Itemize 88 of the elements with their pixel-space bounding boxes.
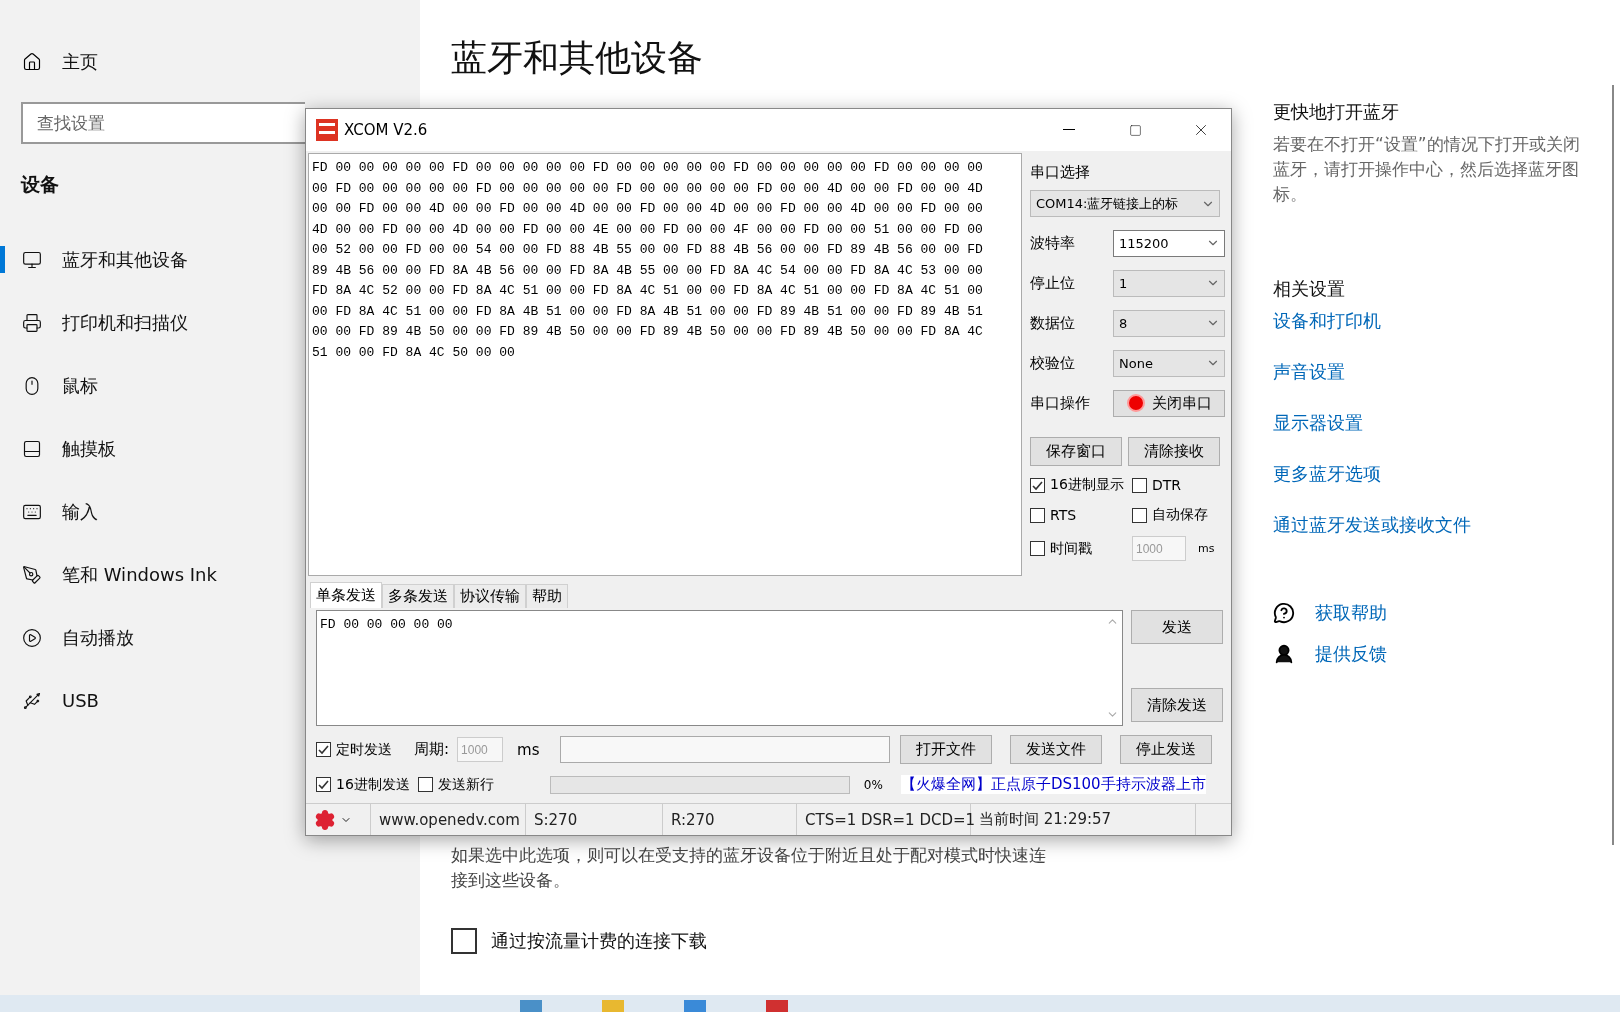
checkbox[interactable]: 16进制发送	[316, 775, 410, 794]
section-heading: 更快地打开蓝牙	[1273, 100, 1400, 124]
help-link[interactable]: 提供反馈	[1315, 641, 1387, 666]
action-button[interactable]: 清除接收	[1128, 437, 1220, 466]
file-path-field[interactable]	[559, 736, 890, 763]
file-button[interactable]: 发送文件	[1009, 735, 1102, 764]
field-label: 串口操作	[1030, 393, 1090, 413]
checkbox[interactable]: 定时发送	[316, 740, 392, 759]
tab[interactable]: 多条发送	[382, 584, 454, 608]
send-button[interactable]: 发送	[1131, 610, 1223, 644]
hex-line: 00 00 FD 00 00 4D 00 00 FD 00 00 4D 00 00 FD 00 00 4D 00 00 FD 00 00 4D 00 00 FD 00 00	[312, 200, 984, 218]
sidebar-item[interactable]: 输入	[0, 498, 110, 525]
ad-link[interactable]: 【火爆全网】正点原子DS100手持示波器上市	[900, 775, 1206, 794]
status-text: S:270	[526, 804, 663, 835]
field-label: 串口选择	[1030, 163, 1091, 182]
tab[interactable]: 帮助	[526, 584, 568, 608]
checkbox-label: 通过按流量计费的连接下载	[491, 929, 707, 953]
field-label: 数据位	[1030, 313, 1075, 333]
hex-line: 00 FD 00 00 00 00 00 FD 00 00 00 00 00 FD 00 00 00 00 00 FD 00 00 4D 00 00 FD 00 00 4D	[312, 179, 984, 198]
checkbox[interactable]: 自动保存	[1132, 506, 1222, 524]
checkbox[interactable]: RTS	[1030, 506, 1132, 524]
status-text: www.openedv.com	[371, 804, 526, 835]
window-title: XCOM V2.6	[344, 121, 429, 139]
section-heading: 设备	[21, 172, 59, 197]
hex-line: 89 4B 56 00 00 FD 8A 4B 56 00 00 FD 8A 4B 55 00 00 FD 8A 4C 54 00 00 FD 8A 4C 53 00 00	[312, 261, 984, 280]
tab[interactable]: 协议传输	[454, 584, 526, 608]
tab[interactable]: 单条发送	[310, 582, 382, 608]
description: 如果选中此选项，则可以在受支持的蓝牙设备位于附近且处于配对模式时快速连接到这些设备。	[451, 844, 1047, 892]
sidebar-item[interactable]: 鼠标	[0, 372, 110, 399]
sidebar-item[interactable]: 触摸板	[0, 435, 128, 462]
minimize-icon	[1063, 129, 1075, 131]
sidebar-item[interactable]: 笔和 Windows Ink	[0, 561, 229, 588]
field-label: 校验位	[1030, 353, 1075, 373]
person-icon	[1273, 642, 1295, 665]
home-icon[interactable]	[22, 52, 42, 72]
checkbox[interactable]: 16进制显示	[1030, 476, 1132, 494]
unit-label: ms	[517, 740, 540, 759]
setting-dropdown[interactable]: 115200	[1113, 229, 1225, 257]
hex-line: 00 52 00 00 FD 00 00 54 00 00 FD 88 4B 55 00 00 FD 88 4B 56 00 00 FD 89 4B 56 00 00 FD	[312, 241, 984, 259]
hex-line: 00 00 FD 89 4B 50 00 00 FD 89 4B 50 00 00 FD 89 4B 50 00 00 FD 89 4B 50 00 00 FD 8A 4C	[312, 323, 984, 341]
send-field[interactable]: FD 00 00 00 00 00	[316, 610, 1123, 726]
status-text: R:270	[663, 804, 797, 835]
hex-line: 00 FD 8A 4C 51 00 00 FD 8A 4B 51 00 00 FD 8A 4B 51 00 00 FD 89 4B 51 00 00 FD 89 4B 51	[312, 302, 984, 321]
check-icon	[1032, 479, 1043, 491]
setting-dropdown[interactable]: None	[1113, 349, 1225, 377]
action-button[interactable]: 保存窗口	[1030, 437, 1122, 466]
port-button[interactable]: 关闭串口	[1113, 389, 1225, 417]
send-button[interactable]: 清除发送	[1131, 688, 1223, 722]
home-link[interactable]: 主页	[62, 50, 98, 74]
check-icon	[318, 779, 329, 790]
checkbox[interactable]: 时间戳	[1030, 536, 1132, 561]
hex-line: FD 00 00 00 00 00 FD 00 00 00 00 00 FD 00 00 00 00 00 FD 00 00 00 00 00 FD 00 00 00 00	[312, 159, 984, 177]
unit-label: ms	[1198, 542, 1215, 555]
maximize-icon	[1128, 123, 1142, 137]
help-link[interactable]: 获取帮助	[1315, 600, 1387, 625]
receive-area[interactable]	[308, 153, 1022, 576]
port-dropdown[interactable]: COM14:蓝牙链接上的标	[1030, 190, 1220, 217]
file-button[interactable]: 打开文件	[899, 735, 992, 764]
sidebar-item[interactable]: 自动播放	[0, 624, 146, 651]
checkbox[interactable]	[451, 928, 477, 954]
settings-icon[interactable]	[314, 808, 336, 831]
hex-line: 51 00 00 FD 8A 4C 50 00 00	[312, 343, 516, 362]
help-icon	[1273, 601, 1295, 624]
progress-reading: 0%	[863, 777, 883, 792]
settings-link[interactable]: 通过蓝牙发送或接收文件	[1273, 513, 1608, 564]
settings-link[interactable]: 设备和打印机	[1273, 309, 1608, 360]
app-logo-icon	[316, 119, 338, 141]
setting-dropdown[interactable]: 8	[1113, 309, 1225, 337]
checkbox[interactable]: DTR	[1132, 476, 1222, 494]
check-icon	[318, 744, 329, 755]
page-title: 蓝牙和其他设备	[451, 36, 704, 80]
setting-dropdown[interactable]: 1	[1113, 269, 1225, 297]
hex-line: FD 8A 4C 52 00 00 FD 8A 4C 51 00 00 FD 8A 4C 51 00 00 FD 8A 4C 51 00 00 FD 8A 4C 51 00	[312, 282, 984, 300]
file-button[interactable]: 停止发送	[1119, 735, 1212, 764]
sidebar-item[interactable]: USB	[0, 687, 111, 714]
section-heading: 相关设置	[1273, 277, 1346, 301]
sidebar-item[interactable]: 打印机和扫描仪	[0, 309, 200, 336]
field-label: 停止位	[1030, 273, 1075, 293]
settings-link[interactable]: 声音设置	[1273, 360, 1608, 411]
description: 若要在不打开“设置”的情况下打开或关闭蓝牙，请打开操作中心，然后选择蓝牙图标。	[1273, 133, 1581, 206]
settings-link[interactable]: 显示器设置	[1273, 411, 1608, 462]
search-field[interactable]: 查找设置	[21, 102, 305, 144]
field-label: 周期:	[414, 740, 450, 759]
checkbox[interactable]: 发送新行	[417, 775, 494, 794]
hex-line: 4D 00 00 FD 00 00 4D 00 00 FD 00 00 4E 00 00 FD 00 00 4F 00 00 FD 00 00 51 00 00 FD 00	[312, 220, 984, 239]
field-label: 波特率	[1030, 233, 1075, 253]
sidebar-item[interactable]: 蓝牙和其他设备	[0, 246, 200, 273]
settings-link[interactable]: 更多蓝牙选项	[1273, 462, 1608, 513]
